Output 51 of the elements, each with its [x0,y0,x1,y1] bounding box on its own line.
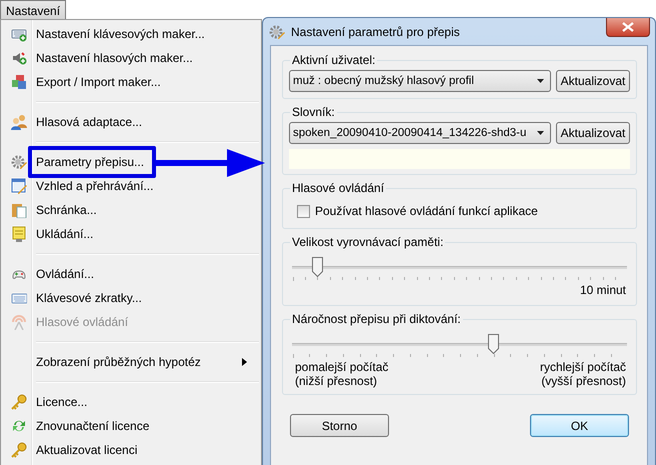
group-label: Slovník: [291,105,336,119]
menu-item[interactable]: Export / Import maker... [3,70,259,94]
dialog-button[interactable]: Storno [290,414,389,437]
close-button[interactable] [606,18,650,37]
slider-thumb[interactable] [312,257,324,277]
submenu-arrow-icon [242,358,247,366]
menu-button[interactable]: Nastavení [0,0,66,20]
dropdown-caret-icon [537,79,544,83]
menu-item[interactable]: Znovunačtení licence [3,414,259,438]
note-icon [10,226,26,242]
update-button[interactable]: Aktualizovat [556,70,630,92]
cubes-icon [10,74,26,90]
window-title: Nastavení parametrů pro přepis [291,24,460,38]
slider-thumb[interactable] [488,334,499,354]
menu-item[interactable]: Hlasová adaptace... [3,110,259,134]
refresh-icon [10,418,26,434]
dropdown[interactable]: muž : obecný mužský hlasový profil [289,70,551,92]
key-icon [10,394,26,410]
dropdown-caret-icon [537,131,544,135]
people-icon [10,114,26,130]
menu-item[interactable]: Klávesové zkratky... [3,286,259,310]
menu-item[interactable]: Ukládání... [3,222,259,246]
group-label: Náročnost přepisu při diktování: [291,312,462,326]
menu-item[interactable]: Schránka... [3,198,259,222]
speaker-icon [10,50,26,66]
group-label: Aktivní uživatel: [291,53,376,67]
update-button[interactable]: Aktualizovat [556,122,630,144]
slider-value: 10 minut [580,283,626,299]
close-icon [622,22,634,32]
menu-item[interactable]: Vzhled a přehrávání... [3,174,259,198]
submenu-item[interactable]: Zobrazení průběžných hypotéz [3,350,259,374]
antenna-icon [10,314,26,330]
gear-icon [269,24,285,40]
clipboard-icon [10,202,26,218]
group-label: Velikost vyrovnávací paměti: [291,235,444,249]
menu-item[interactable]: Ovládání... [3,262,259,286]
max-label: rychlejší počítač (vyšší přesnost) [540,360,626,388]
checkbox[interactable] [297,204,310,218]
menu-item[interactable]: Parametry přepisu... [3,150,259,174]
min-label: pomalejší počítač (nižší přesnost) [295,360,388,388]
menu-item[interactable]: Aktualizovat licenci [3,438,259,462]
menu-item[interactable]: Nastavení hlasových maker... [3,46,259,70]
group-label: Hlasové ovládání [291,181,386,195]
checkbox-label: Používat hlasové ovládání funkcí aplikace [315,204,538,218]
window-icon [10,178,26,194]
dropdown[interactable]: spoken_20090410-20090414_134226-shd3-u [289,122,551,144]
gear-icon [10,154,26,170]
menu-item[interactable]: Nastavení klávesových maker... [3,22,259,46]
menu-item[interactable]: Licence... [3,390,259,414]
dialog-button[interactable]: OK [530,414,629,437]
key-icon [10,442,26,458]
